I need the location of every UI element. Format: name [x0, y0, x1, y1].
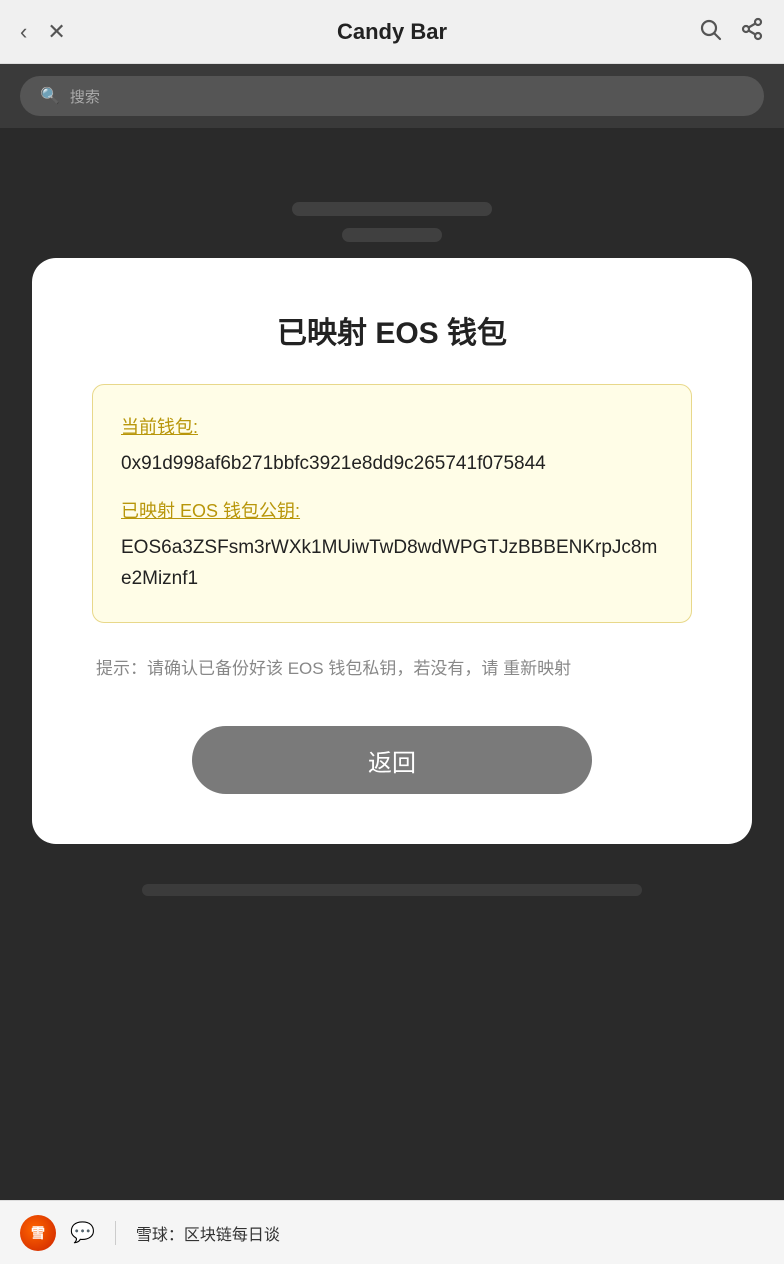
close-button[interactable]: ✕ [47, 19, 65, 45]
main-card: 已映射 EOS 钱包 当前钱包: 0x91d998af6b271bbfc3921… [32, 258, 752, 844]
search-input[interactable]: 🔍 搜索 [20, 76, 764, 116]
nav-bar: ‹ ✕ Candy Bar [0, 0, 784, 64]
bottom-hint-area [20, 874, 764, 954]
return-button[interactable]: 返回 [192, 726, 592, 794]
footer-bar: 雪 💬 雪球：区块链每日谈 [0, 1200, 784, 1264]
hint-line-2 [342, 228, 442, 242]
bottom-hint-line [142, 884, 642, 896]
nav-right-actions [698, 17, 764, 47]
wechat-icon: 💬 [70, 1220, 95, 1245]
current-wallet-label: 当前钱包: [121, 413, 663, 439]
share-icon[interactable] [740, 17, 764, 47]
wallet-info-box: 当前钱包: 0x91d998af6b271bbfc3921e8dd9c26574… [92, 384, 692, 623]
back-button[interactable]: ‹ [20, 19, 27, 45]
search-magnifier-icon: 🔍 [40, 86, 60, 106]
hint-line-1 [292, 202, 492, 216]
hint-text: 提示：请确认已备份好该 EOS 钱包私钥，若没有，请 重新映射 [92, 655, 692, 684]
footer-site-name: 雪球：区块链每日谈 [136, 1221, 280, 1245]
dark-background: 已映射 EOS 钱包 当前钱包: 0x91d998af6b271bbfc3921… [0, 128, 784, 984]
search-icon[interactable] [698, 17, 722, 47]
eos-wallet-value: EOS6a3ZSFsm3rWXk1MUiwTwD8wdWPGTJzBBBENKr… [121, 533, 663, 594]
current-wallet-section: 当前钱包: 0x91d998af6b271bbfc3921e8dd9c26574… [121, 413, 663, 479]
top-hint-area [20, 158, 764, 258]
current-wallet-value: 0x91d998af6b271bbfc3921e8dd9c265741f0758… [121, 449, 663, 479]
page-title: Candy Bar [337, 19, 447, 45]
return-button-label: 返回 [368, 743, 416, 778]
eos-wallet-label: 已映射 EOS 钱包公钥: [121, 497, 663, 523]
card-title: 已映射 EOS 钱包 [277, 308, 507, 352]
footer-logo-text: 雪 [31, 1223, 45, 1243]
footer-divider [115, 1221, 116, 1245]
footer-logo: 雪 [20, 1215, 56, 1251]
search-bar-area: 🔍 搜索 [0, 64, 784, 128]
eos-wallet-section: 已映射 EOS 钱包公钥: EOS6a3ZSFsm3rWXk1MUiwTwD8w… [121, 497, 663, 594]
search-placeholder: 搜索 [70, 86, 100, 107]
nav-left-actions: ‹ ✕ [20, 19, 66, 45]
